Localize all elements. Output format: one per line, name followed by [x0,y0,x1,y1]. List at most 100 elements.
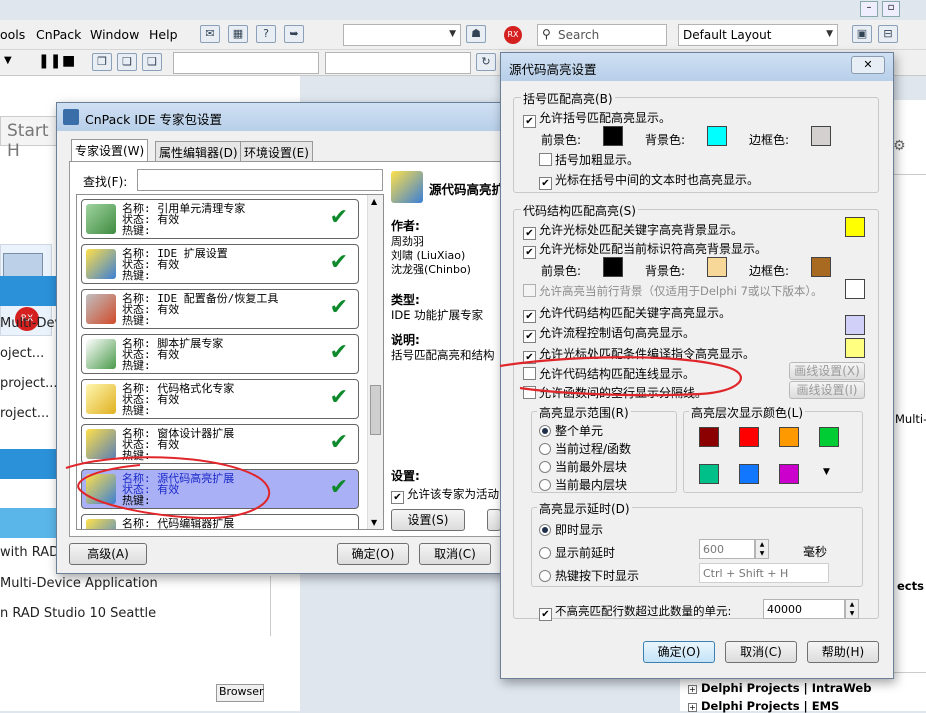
ident-fg-swatch[interactable] [603,257,623,277]
scroll-up-icon[interactable]: ▲ [371,197,377,206]
copy-icon[interactable]: ❐ [92,53,112,71]
save-layout-icon[interactable]: ▣ [852,25,872,43]
delay-input[interactable]: 600 [699,539,755,559]
tab-property-editors[interactable]: 属性编辑器(D) [155,141,242,161]
right-item[interactable]: ects [897,579,924,593]
wizard-settings-button[interactable]: 设置(S) [391,509,465,531]
level-color-swatch[interactable] [739,464,759,484]
layout-combo[interactable]: Default Layout ▼ [678,24,838,46]
calendar-icon[interactable]: ▦ [228,25,248,43]
layout-settings-icon[interactable]: ⊟ [878,25,898,43]
mail-icon[interactable]: ✉ [200,25,220,43]
level-color-swatch[interactable] [779,464,799,484]
delay-option[interactable]: 即时显示 [539,521,603,538]
range-option[interactable]: 当前最内层块 [539,476,627,493]
advanced-button[interactable]: 高级(A) [69,543,147,565]
toolbar-combo-1[interactable]: ▼ [343,24,461,46]
wizard-item[interactable]: 名称: IDE 配置备份/恢复工具 状态: 有效 热键: ✔ [81,289,359,329]
browser-tab[interactable]: Browser [216,684,264,702]
cond-swatch[interactable] [845,338,865,358]
tab-environment[interactable]: 环境设置(E) [240,141,313,161]
max-lines-input[interactable]: 40000 [763,599,845,619]
wizard-search-input[interactable] [137,169,383,191]
tab-wizards[interactable]: 专家设置(W) [71,139,149,161]
no-highlight-checkbox[interactable]: ✔ 不高亮匹配行数超过此数量的单元: [539,603,731,621]
restore-icon[interactable]: ▫ [882,1,900,17]
cancel-button[interactable]: 取消(C) [419,543,491,565]
cond-compile-checkbox[interactable]: ✔ 允许光标处匹配条件编译指令高亮显示。 [523,345,755,364]
struct-line-checkbox[interactable]: 允许代码结构匹配连线显示。 [523,365,695,382]
deploy-icon[interactable]: ☗ [466,25,486,43]
list-scrollbar[interactable]: ▲ ▼ [367,195,383,529]
ident-bg-swatch[interactable] [707,257,727,277]
scroll-down-icon[interactable]: ▼ [371,518,377,527]
stop-icon[interactable]: ■ [62,53,75,69]
help-icon[interactable]: ? [256,25,276,43]
delay-spinner-icon[interactable]: ▲ ▼ [755,539,769,559]
menu-window[interactable]: Window [90,27,139,42]
arrange-icon[interactable]: ❑ [142,53,162,71]
wizard-item[interactable]: 名称: 代码编辑器扩展 [81,514,359,529]
struct-keyword-checkbox[interactable]: ✔ 允许代码结构匹配关键字高亮显示。 [523,304,731,323]
expand-icon[interactable]: + [688,685,697,694]
wizard-item[interactable]: 名称: 脚本扩展专家 状态: 有效 热键: ✔ [81,334,359,374]
minimize-icon[interactable]: – [860,1,878,17]
more-colors-dropdown-icon[interactable]: ▼ [823,467,830,477]
current-line-bg-checkbox[interactable]: 允许高亮当前行背景（仅适用于Delphi 7或以下版本）。 [523,283,823,299]
pause-icon[interactable]: ❚❚ [38,53,61,69]
right-item[interactable]: Multi-E [895,412,926,426]
welcome-item[interactable]: project... [0,376,58,391]
welcome-item[interactable]: Multi-Device Application [0,576,158,591]
tree-row[interactable]: + Delphi Projects | IntraWeb [688,681,871,695]
line-settings-button[interactable]: 画线设置(X) [789,362,865,380]
search-input[interactable]: ⚲ Search [537,24,667,46]
hotkey-input[interactable]: Ctrl + Shift + H [699,563,829,583]
rx-icon[interactable]: RX [504,26,522,44]
separator-settings-button[interactable]: 画线设置(I) [789,381,865,399]
range-option[interactable]: 整个单元 [539,422,603,439]
dropdown-arrow-icon[interactable]: ▼ [4,55,12,66]
delay-option[interactable]: 显示前延时 [539,544,615,561]
flow-swatch[interactable] [845,315,865,335]
wizard-item[interactable]: 名称: 引用单元清理专家 状态: 有效 热键: ✔ [81,199,359,239]
level-color-swatch[interactable] [819,427,839,447]
help-button[interactable]: 帮助(H) [807,641,879,663]
ok-button[interactable]: 确定(O) [337,543,409,565]
wizard-item-selected[interactable]: 名称: 源代码高亮扩展 状态: 有效 热键: ✔ [81,469,359,509]
refresh-icon[interactable]: ↻ [476,53,496,71]
level-color-swatch[interactable] [739,427,759,447]
allow-bracket-checkbox[interactable]: ✔ 允许括号匹配高亮显示。 [523,109,671,128]
scroll-thumb[interactable] [370,385,381,435]
bracket-bold-checkbox[interactable]: 括号加粗显示。 [539,151,639,168]
range-option[interactable]: 当前过程/函数 [539,440,631,457]
toolbar-combo-2[interactable] [173,52,319,74]
ident-border-swatch[interactable] [811,257,831,277]
struct-ident-bg-checkbox[interactable]: ✔ 允许光标处匹配当前标识符高亮背景显示。 [523,240,767,259]
keyword-bg-swatch[interactable] [845,217,865,237]
allow-active-checkbox[interactable]: ✔ 允许该专家为活动 [391,486,499,504]
menu-cnpack[interactable]: CnPack [36,27,81,42]
toolbar-combo-3[interactable] [325,52,471,74]
welcome-item[interactable]: roject... [0,406,49,421]
welcome-item[interactable]: n RAD Studio 10 Seattle [0,606,156,621]
level-color-swatch[interactable] [699,464,719,484]
flow-control-checkbox[interactable]: ✔ 允许流程控制语句高亮显示。 [523,324,695,343]
bracket-border-swatch[interactable] [811,126,831,146]
gear-icon[interactable]: ⚙ [893,138,906,154]
chat-icon[interactable]: ➥ [284,25,304,43]
wizard-item[interactable]: 名称: IDE 扩展设置 状态: 有效 热键: ✔ [81,244,359,284]
wizard-extra-button[interactable] [487,509,501,531]
menu-help[interactable]: Help [149,27,178,42]
current-line-swatch[interactable] [845,279,865,299]
bracket-cursor-checkbox[interactable]: ✔ 光标在括号中间的文本时也高亮显示。 [539,171,759,190]
start-tab[interactable]: Start H [0,116,58,161]
range-option[interactable]: 当前最外层块 [539,458,627,475]
delay-option[interactable]: 热键按下时显示 [539,567,639,584]
ok-button[interactable]: 确定(O) [643,641,715,663]
close-icon[interactable]: ✕ [851,56,885,74]
welcome-item[interactable]: oject... [0,346,44,361]
wizard-list[interactable]: ▲ ▼ 名称: 引用单元清理专家 状态: 有效 热键: ✔ 名称: IDE 扩展… [76,194,384,530]
cancel-button[interactable]: 取消(C) [725,641,797,663]
struct-keyword-bg-checkbox[interactable]: ✔ 允许光标处匹配关键字高亮背景显示。 [523,221,743,240]
wizard-item[interactable]: 名称: 窗体设计器扩展 状态: 有效 热键: ✔ [81,424,359,464]
